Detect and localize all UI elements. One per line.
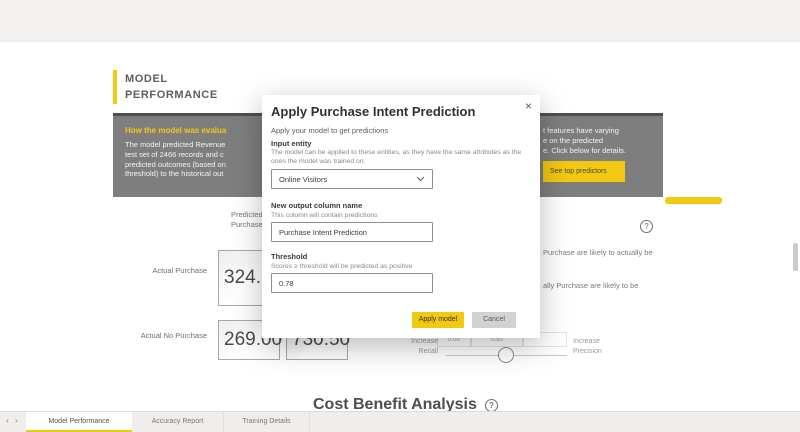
input-entity-selected-value: Online Visitors xyxy=(279,175,327,184)
evaluation-heading: How the model was evalua xyxy=(125,126,262,135)
evaluation-line: t features have varying xyxy=(543,126,661,136)
dialog-apply-model-button[interactable]: Apply model xyxy=(412,312,464,328)
matrix-row1-label: Actual Purchase xyxy=(139,266,207,275)
evaluation-text-right: t features have varying e on the predict… xyxy=(543,126,661,156)
section-title: MODEL PERFORMANCE xyxy=(125,71,218,103)
see-top-predictors-button[interactable]: See top predictors xyxy=(543,161,625,182)
evaluation-line: predicted outcomes (based on xyxy=(125,160,262,170)
threshold-input[interactable] xyxy=(271,273,433,293)
threshold-label: Threshold xyxy=(271,252,307,261)
tab-accuracy-report[interactable]: Accuracy Report xyxy=(132,412,224,432)
output-column-description: This column will contain predictions xyxy=(271,212,523,221)
evaluation-line: e on the predicted xyxy=(543,136,661,146)
evaluation-text-left: How the model was evalua The model predi… xyxy=(125,126,262,192)
input-entity-description: The model can be applied to these entiti… xyxy=(271,149,523,166)
evaluation-line: e. Click below for details. xyxy=(543,146,661,156)
output-column-input[interactable] xyxy=(271,222,433,242)
close-icon[interactable]: × xyxy=(525,99,532,113)
threshold-slider-handle[interactable] xyxy=(498,347,514,363)
report-page: ← Purchase Intent Prediction model train… xyxy=(0,0,800,432)
slider-left-label-line2: Recall xyxy=(400,347,438,357)
dialog-cancel-button[interactable]: Cancel xyxy=(472,312,516,328)
vertical-scrollbar-thumb[interactable] xyxy=(793,243,798,271)
matrix-row2-label: Actual No Purchase xyxy=(125,331,207,340)
input-entity-dropdown[interactable]: Online Visitors xyxy=(271,169,433,189)
evaluation-line: The model predicted Revenue xyxy=(125,140,262,150)
chevron-down-icon xyxy=(416,176,425,182)
prediction-description-line1: Purchase are likely to actually be xyxy=(543,248,653,257)
slider-left-label-line1: Increase xyxy=(400,337,438,347)
section-title-line1: MODEL xyxy=(125,71,218,87)
app-header xyxy=(0,0,800,40)
matrix-column-header: Predicted Purchase xyxy=(231,210,263,230)
slider-left-label: Increase Recall xyxy=(400,337,438,356)
slider-right-label: Increase Precision xyxy=(573,337,613,356)
tab-next-icon[interactable]: › xyxy=(15,417,18,425)
dialog-title: Apply Purchase Intent Prediction xyxy=(271,104,475,119)
slider-right-label-line2: Precision xyxy=(573,347,613,357)
legend-yellow-bar xyxy=(665,197,722,204)
prediction-description-line2: ally Purchase are likely to be xyxy=(543,281,638,290)
evaluation-line: threshold) to the historical out xyxy=(125,169,262,179)
help-icon[interactable]: ? xyxy=(485,399,498,412)
output-column-label: New output column name xyxy=(271,201,362,210)
help-icon[interactable]: ? xyxy=(640,220,653,233)
section-title-line2: PERFORMANCE xyxy=(125,87,218,103)
dialog-subtitle: Apply your model to get predictions xyxy=(271,126,388,135)
input-entity-label: Input entity xyxy=(271,139,311,148)
slider-right-label-line1: Increase xyxy=(573,337,613,347)
threshold-description: Scores ≥ threshold will be predicted as … xyxy=(271,263,523,272)
matrix-column-header-line2: Purchase xyxy=(231,220,263,230)
section-accent-bar xyxy=(113,70,117,104)
matrix-column-header-line1: Predicted xyxy=(231,210,263,220)
tab-model-performance[interactable]: Model Performance xyxy=(26,412,132,432)
apply-model-dialog: Apply Purchase Intent Prediction × Apply… xyxy=(262,95,540,338)
evaluation-line: test set of 2466 records and c xyxy=(125,150,262,160)
tab-training-details[interactable]: Training Details xyxy=(224,412,310,432)
tab-prev-icon[interactable]: ‹ xyxy=(6,417,9,425)
